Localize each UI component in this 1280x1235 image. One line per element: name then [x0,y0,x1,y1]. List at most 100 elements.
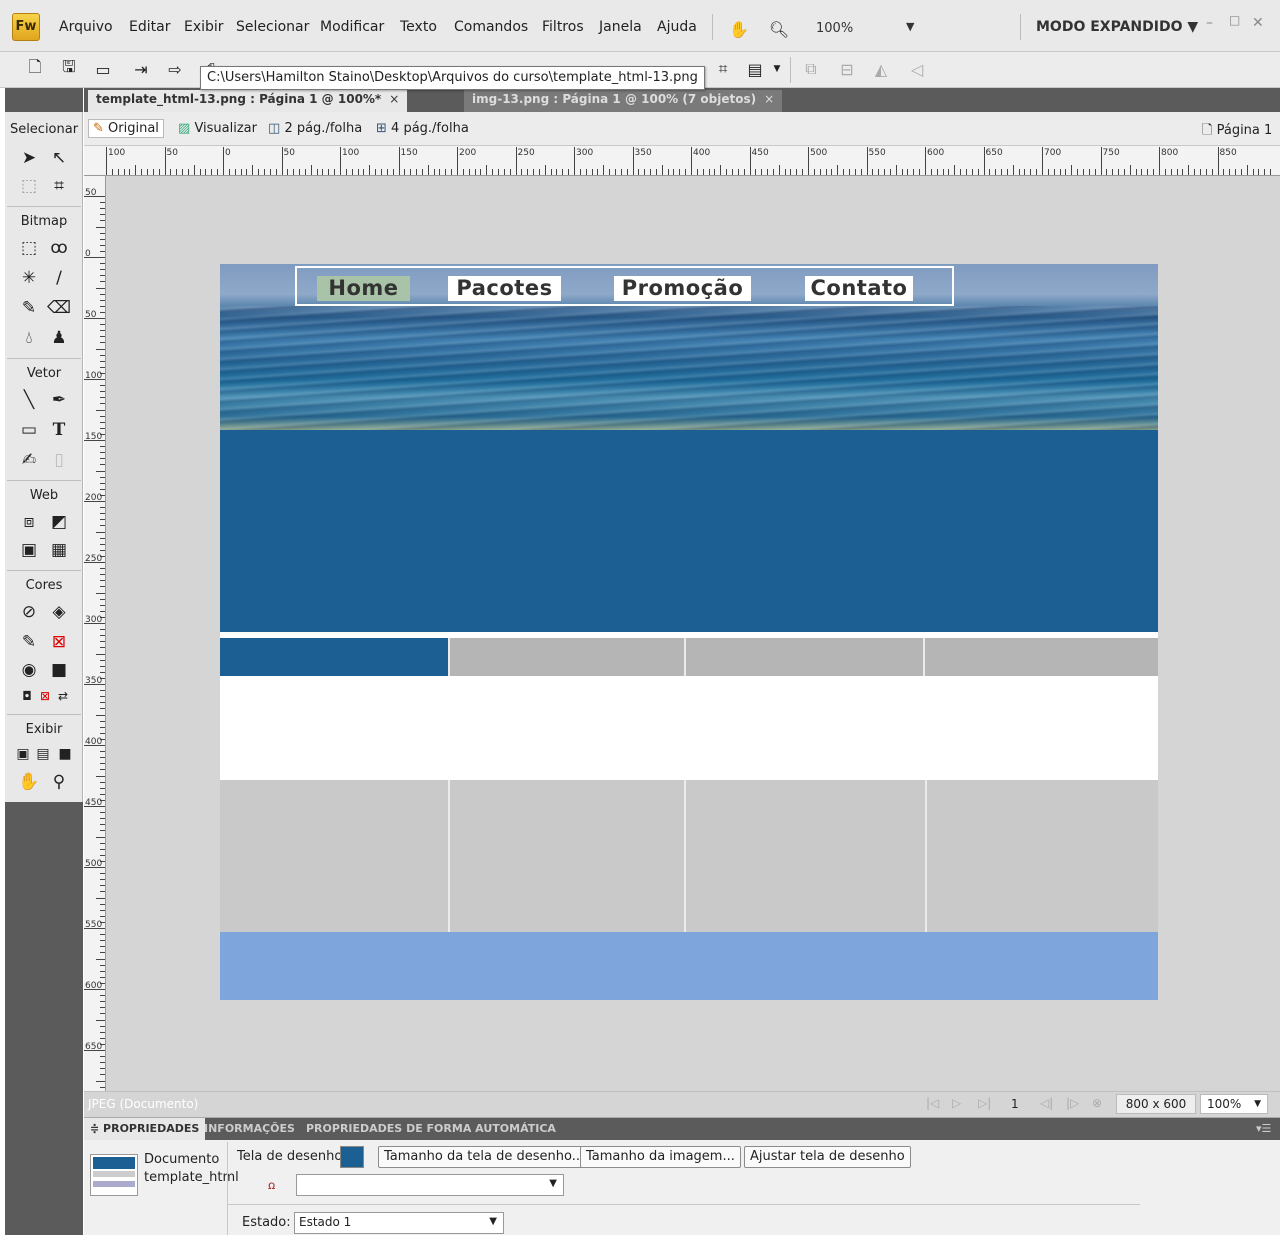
document-canvas[interactable]: Home Pacotes Promoção Contato [220,264,1158,1000]
next-frame-icon[interactable]: |▷ [1066,1096,1079,1110]
text-tool-icon[interactable]: T [47,418,71,442]
knife-tool-icon[interactable]: ▯ [47,448,71,472]
menu-editar[interactable]: Editar [129,19,170,35]
canvas-color-swatch[interactable] [340,1146,364,1168]
stop-icon[interactable]: ⊗ [1092,1096,1102,1110]
last-frame-icon[interactable]: ▷| [978,1096,991,1110]
rectangle-tool-icon[interactable]: ▭ [17,418,41,442]
panel-menu-icon[interactable]: ▾☰ [1250,1118,1277,1140]
tab-informacoes[interactable]: INFORMAÇÕES [198,1118,301,1140]
workspace-mode-dropdown[interactable]: MODO EXPANDIDO ▼ [1036,19,1198,35]
tab-img-13[interactable]: img-13.png : Página 1 @ 100% (7 objetos)… [464,90,783,112]
view-original-button[interactable]: ✎ Original [88,119,164,138]
new-file-icon[interactable]: 🗋 [24,57,46,80]
maximize-icon[interactable]: □ [1229,13,1240,27]
group-icon[interactable]: ⧉ [800,58,822,80]
full-screen-icon[interactable]: ■ [53,742,77,766]
nav-promocao[interactable]: Promoção [614,276,751,301]
menu-comandos[interactable]: Comandos [454,19,528,35]
flip-icon[interactable]: ◭ [870,58,892,80]
align-icon[interactable]: ⌗ [712,58,734,80]
menu-filtros[interactable]: Filtros [542,19,584,35]
menu-ajuda[interactable]: Ajuda [657,19,697,35]
fill-swatch-icon[interactable]: ■ [47,658,71,682]
prev-frame-icon[interactable]: ◁| [1040,1096,1053,1110]
menu-selecionar[interactable]: Selecionar [236,19,309,35]
zoom-icon[interactable]: 🔍︎ [768,18,790,40]
tab-propriedades[interactable]: ≑ PROPRIEDADES [84,1118,206,1140]
canvas-size-button[interactable]: Tamanho da tela de desenho... [378,1146,591,1168]
hand-tool-icon[interactable]: ✋ [17,770,41,794]
eyedropper-tool-icon[interactable]: ⊘ [17,600,41,624]
subselection-tool-icon[interactable]: ↖ [47,146,71,170]
fill-color-icon[interactable]: ◉ [17,658,41,682]
nav-home[interactable]: Home [317,276,410,301]
nav-pacotes[interactable]: Pacotes [448,276,561,301]
ruler-top-label: 200 [459,148,477,158]
zoom-select[interactable]: 100% ▼ [1200,1094,1268,1114]
import-icon[interactable]: ⇥ [130,58,152,80]
matte-select[interactable]: ▼ [296,1174,564,1196]
menu-janela[interactable]: Janela [599,19,642,35]
brush-tool-icon[interactable]: ∕ [47,266,71,290]
pencil-tool-icon[interactable]: ✎ [17,296,41,320]
crop-tool-icon[interactable]: ⌗ [47,174,71,198]
hide-slices-icon[interactable]: ▣ [17,538,41,562]
fit-canvas-button[interactable]: Ajustar tela de desenho [744,1146,911,1168]
line-tool-icon[interactable]: ╲ [17,388,41,412]
paint-bucket-icon[interactable]: ◈ [47,600,71,624]
marquee-tool-icon[interactable]: ⬚ [17,236,41,260]
menu-modificar[interactable]: Modificar [320,19,384,35]
zoom-tool-icon[interactable]: ⚲ [47,770,71,794]
pen-tool-icon[interactable]: ✒ [47,388,71,412]
image-size-button[interactable]: Tamanho da imagem... [580,1146,741,1168]
full-screen-menu-icon[interactable]: ▤ [31,742,55,766]
view-4up-button[interactable]: ⊞ 4 pág./folha [376,121,469,136]
scale-tool-icon[interactable]: ⬚ [17,174,41,198]
distribute-icon[interactable]: ▤ [744,58,766,80]
tab-template-html[interactable]: template_html-13.png : Página 1 @ 100%* × [88,90,408,112]
open-icon[interactable]: ▭ [92,58,114,80]
close-icon[interactable]: × [764,92,774,106]
slice-tool-icon[interactable]: ◩ [47,510,71,534]
ruler-top-label: 550 [868,148,886,158]
play-icon[interactable]: ▷ [952,1096,961,1110]
show-slices-icon[interactable]: ▦ [47,538,71,562]
hand-icon[interactable]: ✋ [728,18,750,40]
first-frame-icon[interactable]: |◁ [926,1096,939,1110]
no-stroke-icon[interactable]: ⊠ [47,630,71,654]
save-icon[interactable]: 🖫 [58,57,80,80]
stamp-tool-icon[interactable]: ♟ [47,326,71,350]
magic-wand-icon[interactable]: ✳ [17,266,41,290]
close-icon[interactable]: × [389,92,399,106]
tab-propriedades-forma[interactable]: PROPRIEDADES DE FORMA AUTOMÁTICA [300,1118,562,1140]
divider [684,780,686,932]
view-preview-button[interactable]: ▨ Visualizar [178,121,257,136]
divider [227,1142,228,1235]
minimize-icon[interactable]: – [1206,15,1213,31]
state-select[interactable]: Estado 1 ▼ [294,1212,504,1234]
menu-texto[interactable]: Texto [400,19,437,35]
stroke-color-icon[interactable]: ✎ [17,630,41,654]
hotspot-tool-icon[interactable]: ⧈ [17,510,41,534]
view-2up-button[interactable]: ◫ 2 pág./folha [268,121,362,136]
chevron-down-icon[interactable]: ▼ [906,20,914,33]
eraser-tool-icon[interactable]: ⌫ [47,296,71,320]
lasso-tool-icon[interactable]: ꝏ [47,236,71,260]
nav-contato[interactable]: Contato [805,276,913,301]
pointer-tool-icon[interactable]: ➤ [17,146,41,170]
ungroup-icon[interactable]: ⊟ [836,58,858,80]
freeform-tool-icon[interactable]: ✍ [17,448,41,472]
rotate-icon[interactable]: ◁ [906,58,928,80]
menu-arquivo[interactable]: Arquivo [59,19,113,35]
document-size[interactable]: 800 x 600 [1116,1094,1196,1114]
doc-name-label: template_html [144,1170,239,1185]
zoom-level[interactable]: 100% [816,21,853,36]
export-icon[interactable]: ⇨ [164,58,186,80]
blur-tool-icon[interactable]: 💧︎ [17,326,41,350]
chevron-down-icon[interactable]: ▼ [766,58,788,80]
close-icon[interactable]: ✕ [1252,15,1264,31]
divider [712,14,713,40]
menu-exibir[interactable]: Exibir [184,19,224,35]
swap-colors-icon[interactable]: ⇄ [51,684,75,708]
